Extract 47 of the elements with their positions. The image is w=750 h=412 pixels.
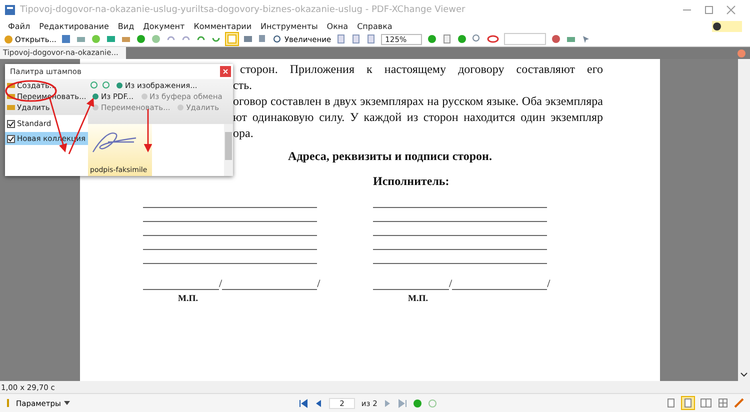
app-icon <box>4 4 16 16</box>
menu-item[interactable]: Файл <box>8 22 30 30</box>
search-field[interactable] <box>504 33 546 45</box>
scrollbar[interactable] <box>738 59 750 381</box>
checkbox[interactable] <box>7 120 15 128</box>
single-page-icon[interactable] <box>666 398 676 408</box>
promo-badge-icon[interactable] <box>712 20 742 32</box>
first-page-icon[interactable] <box>298 398 308 408</box>
window-title: Tipovoj-dogovor-na-okazanie-uslug-yuriltsa-dogovory-biznes-okazanie-uslug - PDF-XChange Viewer <box>20 5 466 15</box>
next-page-icon[interactable] <box>383 398 392 408</box>
paragraph-line: ют одинаковую силу. У каждой из сторон находится один экземпляр <box>233 109 603 125</box>
menu-item[interactable]: Справка <box>357 22 392 30</box>
slash: / <box>317 279 320 290</box>
scrollbar[interactable] <box>224 124 233 176</box>
menu-item[interactable]: Окна <box>326 22 348 30</box>
menu-item[interactable]: Редактирование <box>39 22 109 30</box>
page-icon[interactable] <box>366 34 376 44</box>
stamp-place-label: М.П. <box>408 293 428 303</box>
slash: / <box>547 279 550 290</box>
caret-icon <box>64 401 70 405</box>
menu-item[interactable]: Документ <box>143 22 185 30</box>
page-icon[interactable] <box>351 34 362 44</box>
last-page-icon[interactable] <box>398 398 408 408</box>
document-icon[interactable] <box>442 34 452 44</box>
stamp-place-label: М.П. <box>178 293 198 303</box>
select-tool-icon[interactable] <box>226 33 238 45</box>
pointer-icon[interactable] <box>580 34 591 44</box>
scroll-down-icon[interactable] <box>740 372 748 378</box>
previous-page-icon[interactable] <box>314 398 323 408</box>
facing-pages-icon[interactable] <box>700 398 712 408</box>
continuous-page-icon[interactable] <box>682 397 694 409</box>
menu-item[interactable]: Вид <box>118 22 134 30</box>
menu-item[interactable]: Инструменты <box>260 22 318 30</box>
menu-item[interactable]: Комментарии <box>194 22 252 30</box>
close-button[interactable] <box>220 66 231 77</box>
paragraph-line: сторон. Приложения к настоящему договору составляют его <box>240 61 603 77</box>
page-icon[interactable] <box>336 34 346 44</box>
maximize-icon[interactable] <box>704 5 714 15</box>
section-heading: Адреса, реквизиты и подписи сторон. <box>287 149 493 164</box>
paragraph-line: сть. <box>233 77 254 93</box>
slash: / <box>449 279 452 290</box>
paragraph-line: ора. <box>233 125 254 141</box>
party-label: Исполнитель: <box>373 174 450 188</box>
slash: / <box>219 279 222 290</box>
checkbox[interactable] <box>7 134 15 142</box>
paragraph-line: оговор составлен в двух экземплярах на русском языке. Оба экземпляра <box>233 93 603 109</box>
grid-pages-icon[interactable] <box>718 398 728 408</box>
